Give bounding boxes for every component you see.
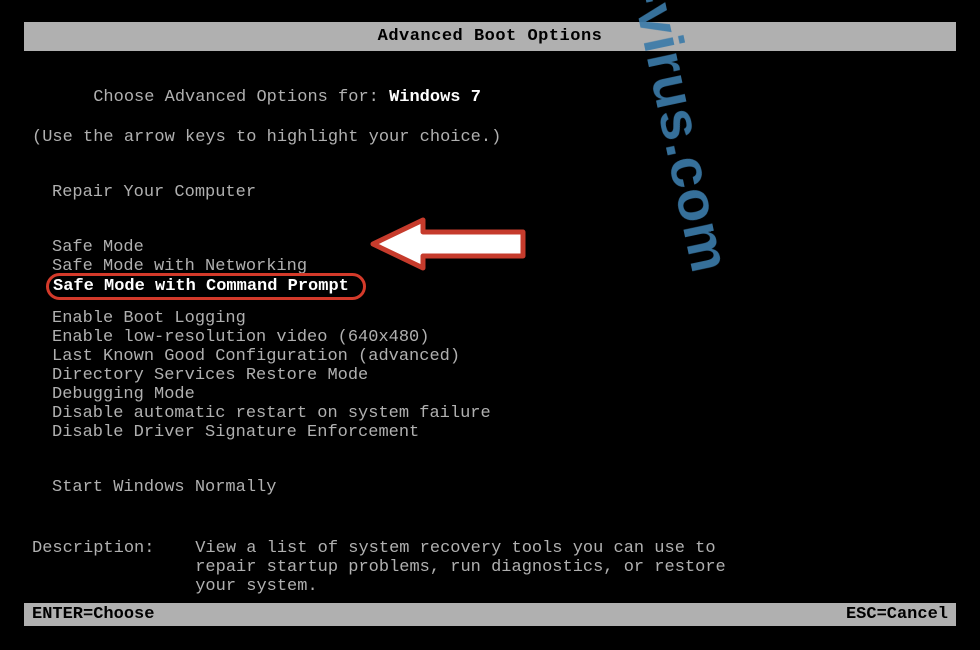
option-group: Safe ModeSafe Mode with NetworkingSafe M… bbox=[50, 238, 948, 297]
boot-option[interactable]: Last Known Good Configuration (advanced) bbox=[50, 347, 948, 366]
boot-option[interactable]: Disable Driver Signature Enforcement bbox=[50, 423, 948, 442]
boot-option[interactable]: Safe Mode bbox=[50, 238, 948, 257]
boot-option-selected[interactable]: Safe Mode with Command Prompt bbox=[46, 273, 366, 300]
intro-line: Choose Advanced Options for: Windows 7 bbox=[32, 69, 948, 126]
footer-esc: ESC=Cancel bbox=[846, 605, 948, 624]
boot-option[interactable]: Start Windows Normally bbox=[50, 478, 948, 497]
option-group: Enable Boot LoggingEnable low-resolution… bbox=[50, 309, 948, 442]
os-name: Windows 7 bbox=[389, 88, 481, 107]
intro-prefix: Choose Advanced Options for: bbox=[93, 88, 389, 107]
boot-option[interactable]: Safe Mode with Command Prompt bbox=[50, 276, 948, 297]
boot-option[interactable]: Enable Boot Logging bbox=[50, 309, 948, 328]
boot-option[interactable]: Enable low-resolution video (640x480) bbox=[50, 328, 948, 347]
nav-hint: (Use the arrow keys to highlight your ch… bbox=[32, 128, 948, 147]
description-label: Description: bbox=[32, 539, 195, 596]
footer-bar: ENTER=Choose ESC=Cancel bbox=[24, 603, 956, 626]
title-bar: Advanced Boot Options bbox=[24, 22, 956, 51]
option-group: Repair Your Computer bbox=[50, 183, 948, 202]
footer-enter: ENTER=Choose bbox=[32, 605, 154, 624]
boot-option[interactable]: Debugging Mode bbox=[50, 385, 948, 404]
boot-option[interactable]: Repair Your Computer bbox=[50, 183, 948, 202]
boot-option[interactable]: Directory Services Restore Mode bbox=[50, 366, 948, 385]
boot-options-screen: Advanced Boot Options Choose Advanced Op… bbox=[0, 0, 980, 596]
option-group: Start Windows Normally bbox=[50, 478, 948, 497]
content-area: Choose Advanced Options for: Windows 7 (… bbox=[24, 51, 956, 596]
description-block: Description: View a list of system recov… bbox=[32, 539, 948, 596]
boot-option[interactable]: Disable automatic restart on system fail… bbox=[50, 404, 948, 423]
description-text: View a list of system recovery tools you… bbox=[195, 539, 755, 596]
